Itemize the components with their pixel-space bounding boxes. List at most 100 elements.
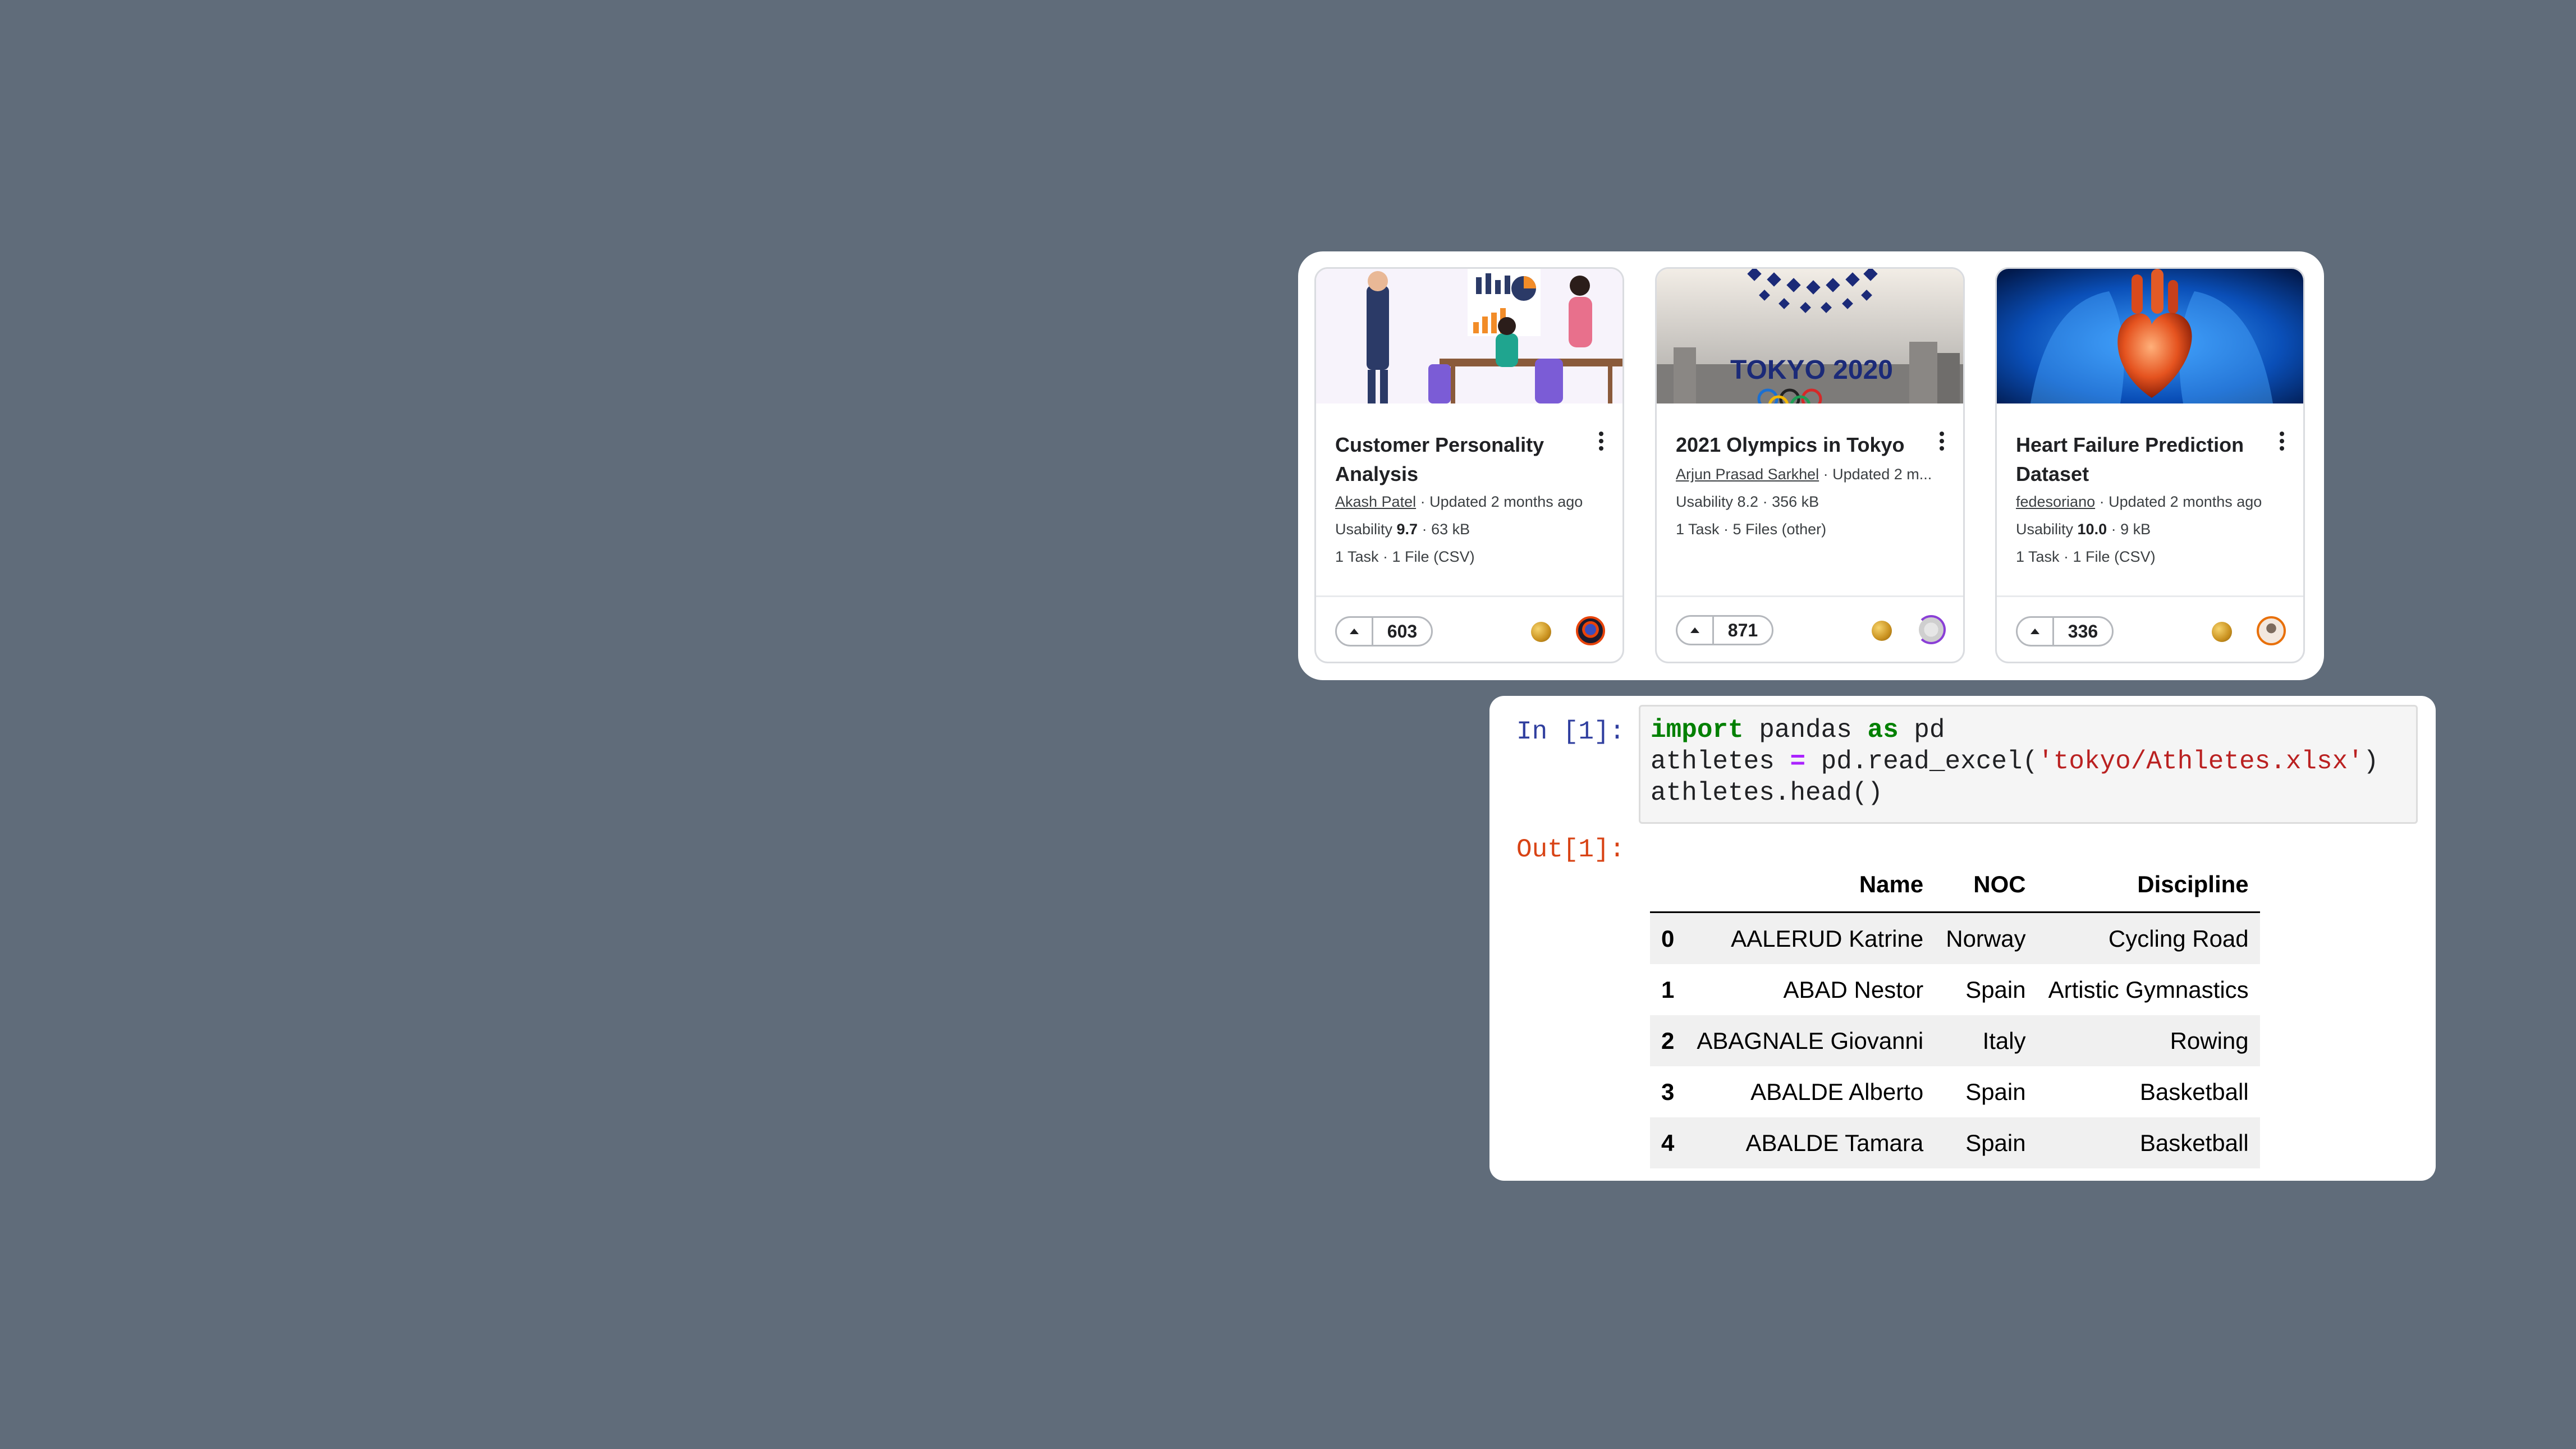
card-author-line: Akash Patel · Updated 2 months ago: [1335, 491, 1583, 512]
table-row: 4 ABALDE Tamara Spain Basketball: [1650, 1117, 2260, 1168]
usability-label: Usability: [1335, 521, 1397, 538]
updated-text: · Updated 2 months ago: [1416, 493, 1583, 510]
code-line-2: athletes = pd.read_excel('tokyo/Athletes…: [1651, 746, 2416, 777]
column-header-noc: NOC: [1935, 858, 2037, 913]
cell-discipline: Artistic Gymnastics: [2048, 976, 2249, 1003]
dataframe-output-table: Name NOC Discipline 0 AALERUD Katrine No…: [1650, 858, 2260, 1168]
cell-noc: Spain: [1965, 1129, 2026, 1156]
index-header: [1650, 858, 1686, 913]
card-title[interactable]: Heart Failure Prediction Dataset: [2016, 430, 2257, 489]
cell-name: ABAD Nestor: [1783, 976, 1924, 1003]
dataset-card-heart-failure[interactable]: Heart Failure Prediction Dataset fedesor…: [1995, 267, 2305, 663]
dataset-size: · 63 kB: [1418, 521, 1470, 538]
dataset-card-customer-personality[interactable]: Customer Personality Analysis Akash Pate…: [1314, 267, 1624, 663]
code-text: pd.read_excel(: [1805, 747, 2038, 776]
business-presentation-illustration: [1316, 269, 1622, 403]
usability-label: Usability 8.2: [1676, 493, 1759, 510]
upvote-arrow-icon[interactable]: [2018, 618, 2054, 645]
upvote-button[interactable]: 336: [2016, 616, 2114, 646]
code-text: athletes: [1651, 747, 1790, 776]
more-options-icon[interactable]: [2275, 432, 2289, 456]
operator-assign: =: [1790, 747, 1806, 776]
author-link[interactable]: Arjun Prasad Sarkhel: [1676, 466, 1819, 483]
card-files-line: 1 Task · 1 File (CSV): [2016, 548, 2156, 565]
vote-count: 603: [1387, 621, 1418, 641]
column-header-name: Name: [1685, 858, 1935, 913]
code-line-3: athletes.head(): [1651, 778, 1883, 808]
card-author-line: fedesoriano · Updated 2 months ago: [2016, 491, 2262, 512]
code-text: pd: [1898, 716, 1945, 745]
upvote-arrow-icon[interactable]: [1677, 617, 1714, 644]
author-link[interactable]: fedesoriano: [2016, 493, 2095, 510]
output-prompt: Out[1]:: [1516, 835, 1625, 864]
vote-count: 336: [2068, 621, 2098, 641]
usability-score: 9.7: [1396, 521, 1418, 538]
dataset-cards-panel: Customer Personality Analysis Akash Pate…: [1298, 251, 2324, 680]
cell-discipline: Rowing: [2170, 1027, 2249, 1054]
row-index: 0: [1661, 925, 1675, 952]
divider: [1316, 595, 1622, 597]
divider: [1657, 595, 1963, 597]
more-options-icon[interactable]: [1594, 432, 1608, 456]
code-input-cell[interactable]: import pandas as pd athletes = pd.read_e…: [1639, 705, 2418, 824]
table-row: 0 AALERUD Katrine Norway Cycling Road: [1650, 912, 2260, 964]
vote-count: 871: [1727, 620, 1758, 640]
cell-discipline: Basketball: [2139, 1129, 2249, 1156]
code-line-1: import pandas as pd: [1651, 714, 2416, 746]
anatomical-heart-illustration: [1997, 269, 2303, 403]
more-options-icon[interactable]: [1935, 432, 1949, 456]
author-avatar[interactable]: [1576, 616, 1605, 645]
cell-noc: Italy: [1982, 1027, 2026, 1054]
cell-discipline: Basketball: [2139, 1078, 2249, 1105]
cell-name: ABAGNALE Giovanni: [1697, 1027, 1924, 1054]
row-index: 3: [1661, 1078, 1675, 1105]
card-usability-line: Usability 8.2 · 356 kB: [1676, 491, 1819, 512]
cell-name: AALERUD Katrine: [1731, 925, 1924, 952]
updated-text: · Updated 2 m...: [1819, 466, 1932, 483]
bronze-medal-icon: [2212, 622, 2232, 642]
cell-name: ABALDE Alberto: [1750, 1078, 1924, 1105]
string-literal: 'tokyo/Athletes.xlsx': [2038, 747, 2363, 776]
author-avatar[interactable]: [2257, 616, 2286, 645]
updated-text: · Updated 2 months ago: [2095, 493, 2262, 510]
table-row: 3 ABALDE Alberto Spain Basketball: [1650, 1066, 2260, 1117]
card-usability-line: Usability 9.7 · 63 kB: [1335, 519, 1470, 540]
upvote-arrow-icon[interactable]: [1337, 618, 1373, 645]
row-index: 4: [1661, 1129, 1675, 1156]
cell-noc: Norway: [1946, 925, 2026, 952]
card-files-line: 1 Task · 5 Files (other): [1676, 521, 1827, 538]
row-index: 2: [1661, 1027, 1675, 1054]
keyword-import: import: [1651, 716, 1744, 745]
tokyo-2020-emblem: TOKYO 2020: [1657, 269, 1963, 403]
upvote-button[interactable]: 603: [1335, 616, 1433, 646]
author-avatar[interactable]: [1917, 615, 1946, 644]
notebook-cell-panel: In [1]: import pandas as pd athletes = p…: [1489, 696, 2436, 1181]
author-link[interactable]: Akash Patel: [1335, 493, 1416, 510]
cell-noc: Spain: [1965, 1078, 2026, 1105]
bronze-medal-icon: [1872, 621, 1892, 641]
input-prompt: In [1]:: [1516, 717, 1625, 746]
keyword-as: as: [1867, 716, 1899, 745]
row-index: 1: [1661, 976, 1675, 1003]
table-row: 1 ABAD Nestor Spain Artistic Gymnastics: [1650, 964, 2260, 1015]
code-text: pandas: [1743, 716, 1868, 745]
cell-noc: Spain: [1965, 976, 2026, 1003]
divider: [1997, 595, 2303, 597]
code-text: ): [2363, 747, 2379, 776]
card-title[interactable]: 2021 Olympics in Tokyo: [1676, 430, 1917, 460]
usability-label: Usability: [2016, 521, 2078, 538]
dataset-size: · 9 kB: [2107, 521, 2151, 538]
table-header-row: Name NOC Discipline: [1650, 858, 2260, 913]
card-files-line: 1 Task · 1 File (CSV): [1335, 548, 1475, 565]
usability-score: 10.0: [2077, 521, 2107, 538]
table-row: 2 ABAGNALE Giovanni Italy Rowing: [1650, 1015, 2260, 1066]
upvote-button[interactable]: 871: [1676, 615, 1773, 645]
tokyo-2020-text: TOKYO 2020: [1730, 355, 1893, 385]
card-title[interactable]: Customer Personality Analysis: [1335, 430, 1576, 489]
dataset-size: · 356 kB: [1758, 493, 1819, 510]
card-usability-line: Usability 10.0 · 9 kB: [2016, 519, 2151, 540]
cell-discipline: Cycling Road: [2108, 925, 2249, 952]
cell-name: ABALDE Tamara: [1745, 1129, 1924, 1156]
bronze-medal-icon: [1531, 622, 1551, 642]
dataset-card-olympics-tokyo[interactable]: TOKYO 2020 2021 Olympics in Tokyo Arjun …: [1655, 267, 1965, 663]
